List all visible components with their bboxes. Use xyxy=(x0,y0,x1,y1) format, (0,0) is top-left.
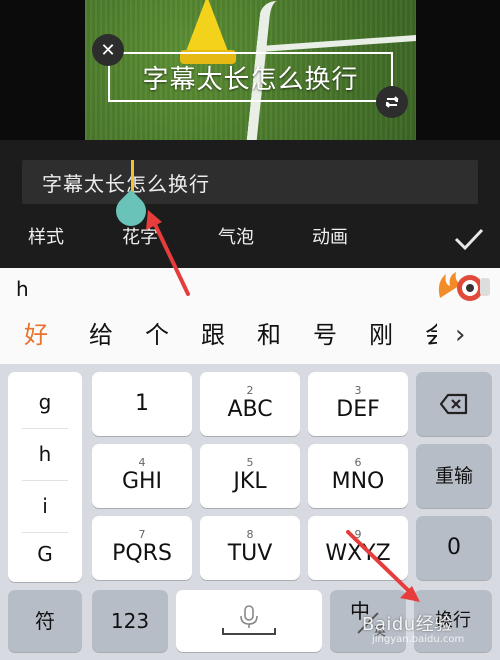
arrow-to-cursor xyxy=(146,210,190,296)
watermark-logo: Baidu经验 xyxy=(362,614,453,635)
arrow-to-enter xyxy=(346,530,420,602)
watermark-url: jingyan.baidu.com xyxy=(372,634,465,645)
annotation-arrows xyxy=(146,210,420,602)
